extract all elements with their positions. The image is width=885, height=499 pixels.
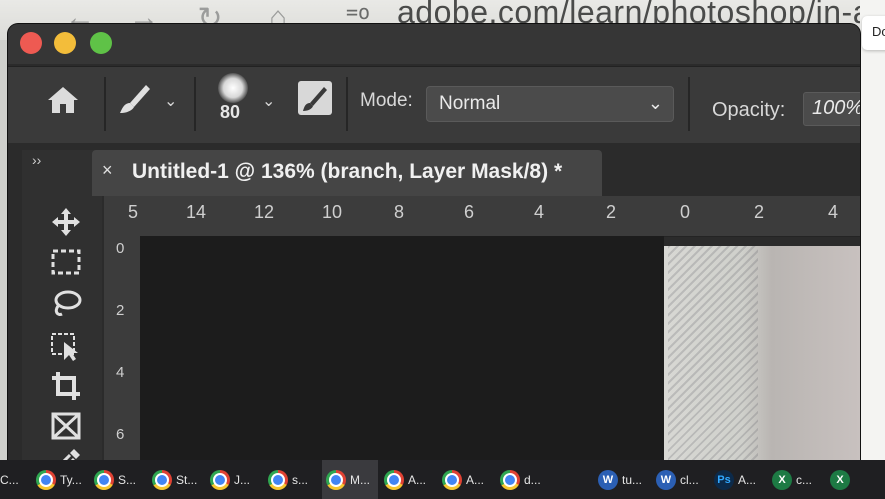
ruler-horizontal: 5 14 12 10 8 6 4 2 0 2 4 [104,196,860,237]
chrome-icon [384,469,404,490]
taskbar-item[interactable]: St... [152,460,204,499]
taskbar-item[interactable]: S... [94,460,146,499]
taskbar-item[interactable]: d... [500,460,552,499]
ruler-label: 6 [464,202,475,222]
chrome-icon [210,469,230,490]
ruler-label: 4 [828,202,839,222]
ruler-label: 0 [116,240,125,257]
photoshop-icon: Ps [714,469,734,490]
home-icon[interactable] [46,85,80,115]
opacity-input[interactable]: 100% [803,92,860,126]
taskbar-item-active[interactable]: M... [322,460,378,499]
chrome-icon [152,469,172,490]
taskbar-item[interactable]: A... [384,460,436,499]
taskbar-item[interactable]: A... [442,460,494,499]
object-selection-tool-icon[interactable] [48,330,84,362]
divider [104,77,106,131]
photoshop-window: ⌄ ⌄ 80 Mode: Normal ⌄ Opacity: 100% ›› ×… [8,24,860,460]
minimize-window-button[interactable] [54,32,76,54]
word-icon: W [598,469,618,490]
taskbar-item[interactable]: Wtu... [598,460,650,499]
tools-panel: ›› [22,150,102,460]
marquee-tool-icon[interactable] [48,246,84,278]
frame-tool-icon[interactable] [48,410,84,442]
word-icon: W [656,469,676,490]
taskbar-item[interactable]: Ty... [36,460,88,499]
ruler-label: 2 [116,302,125,319]
divider [194,77,196,131]
side-panel: Do [860,0,885,460]
mode-label: Mode: [360,90,413,111]
document-tab[interactable]: × Untitled-1 @ 136% (branch, Layer Mask/… [92,150,602,196]
move-tool-icon[interactable] [48,206,84,238]
divider [346,77,348,131]
mode-value: Normal [439,93,501,114]
document-title: Untitled-1 @ 136% (branch, Layer Mask/8)… [132,160,563,183]
chrome-icon [36,469,56,490]
chrome-icon [500,469,520,490]
ruler-label: 4 [534,202,545,222]
close-window-button[interactable] [20,32,42,54]
zoom-window-button[interactable] [90,32,112,54]
taskbar-item[interactable]: Ps A... [714,460,766,499]
window-titlebar [8,24,860,64]
taskbar-item[interactable]: J... [210,460,262,499]
brush-settings-icon[interactable] [298,81,332,115]
chevron-down-icon: ⌄ [647,93,663,113]
ruler-label: 0 [680,202,691,222]
brush-icon[interactable] [116,81,152,117]
canvas-pasteboard[interactable] [140,236,664,460]
chevron-down-icon[interactable]: ⌄ [164,91,177,111]
taskbar: C... Ty... S... St... J... s... M... A..… [0,460,885,499]
excel-icon: X [830,469,850,490]
ruler-label: 2 [606,202,617,222]
taskbar-item[interactable]: X [830,460,860,499]
chevron-down-icon[interactable]: ⌄ [262,91,275,111]
canvas-image[interactable] [664,246,860,460]
side-chip[interactable]: Do [862,16,885,50]
brush-size-value: 80 [220,102,241,122]
chrome-icon [326,469,346,490]
ruler-label: 5 [128,202,139,222]
crop-tool-icon[interactable] [48,370,84,402]
ruler-label: 2 [754,202,765,222]
ruler-label: 12 [254,202,275,222]
site-settings-icon[interactable]: =o [346,0,370,24]
taskbar-item[interactable]: Xc... [772,460,824,499]
chrome-icon [94,469,114,490]
ruler-vertical: 0 2 4 6 [104,236,141,460]
taskbar-item[interactable]: Wcl... [656,460,708,499]
chrome-icon [442,469,462,490]
image-texture [668,246,758,460]
lasso-tool-icon[interactable] [48,288,84,320]
excel-icon: X [772,469,792,490]
ruler-label: 8 [394,202,405,222]
chrome-icon [268,469,288,490]
eyedropper-tool-icon[interactable] [48,446,84,460]
collapse-panel-icon[interactable]: ›› [32,152,41,168]
ruler-label: 10 [322,202,343,222]
brush-preset-icon[interactable] [218,73,248,103]
ruler-label: 14 [186,202,207,222]
divider [688,77,690,131]
taskbar-item[interactable]: s... [268,460,320,499]
ruler-label: 6 [116,426,125,443]
ruler-label: 4 [116,364,125,381]
mode-select[interactable]: Normal ⌄ [426,86,674,122]
opacity-label: Opacity: [712,99,786,121]
close-tab-icon[interactable]: × [102,160,113,181]
taskbar-item[interactable]: C... [0,460,28,499]
